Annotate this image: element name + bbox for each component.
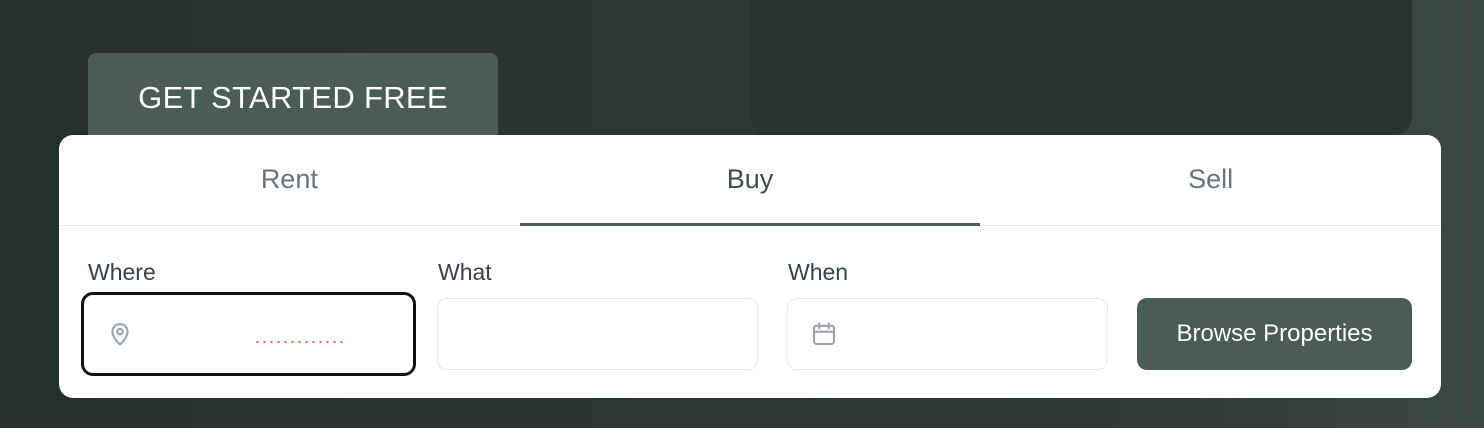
get-started-button[interactable]: GET STARTED FREE	[88, 53, 498, 143]
tab-rent[interactable]: Rent	[59, 135, 520, 225]
tab-buy[interactable]: Buy	[519, 135, 981, 226]
when-input[interactable]	[787, 298, 1108, 370]
where-input[interactable]	[81, 292, 416, 376]
map-pin-icon	[111, 323, 129, 346]
spellcheck-underline	[254, 340, 346, 344]
calendar-icon	[813, 322, 835, 345]
when-label: When	[788, 259, 849, 285]
what-input[interactable]	[437, 298, 758, 370]
property-search-card: Rent Buy Sell Where What When Browse Pro…	[59, 135, 1441, 398]
hero-image-panel	[750, 0, 1412, 135]
tab-sell[interactable]: Sell	[980, 135, 1441, 225]
browse-properties-button[interactable]: Browse Properties	[1137, 298, 1412, 370]
what-label: What	[438, 259, 492, 285]
search-tabs: Rent Buy Sell	[59, 135, 1441, 226]
where-label: Where	[88, 259, 156, 285]
